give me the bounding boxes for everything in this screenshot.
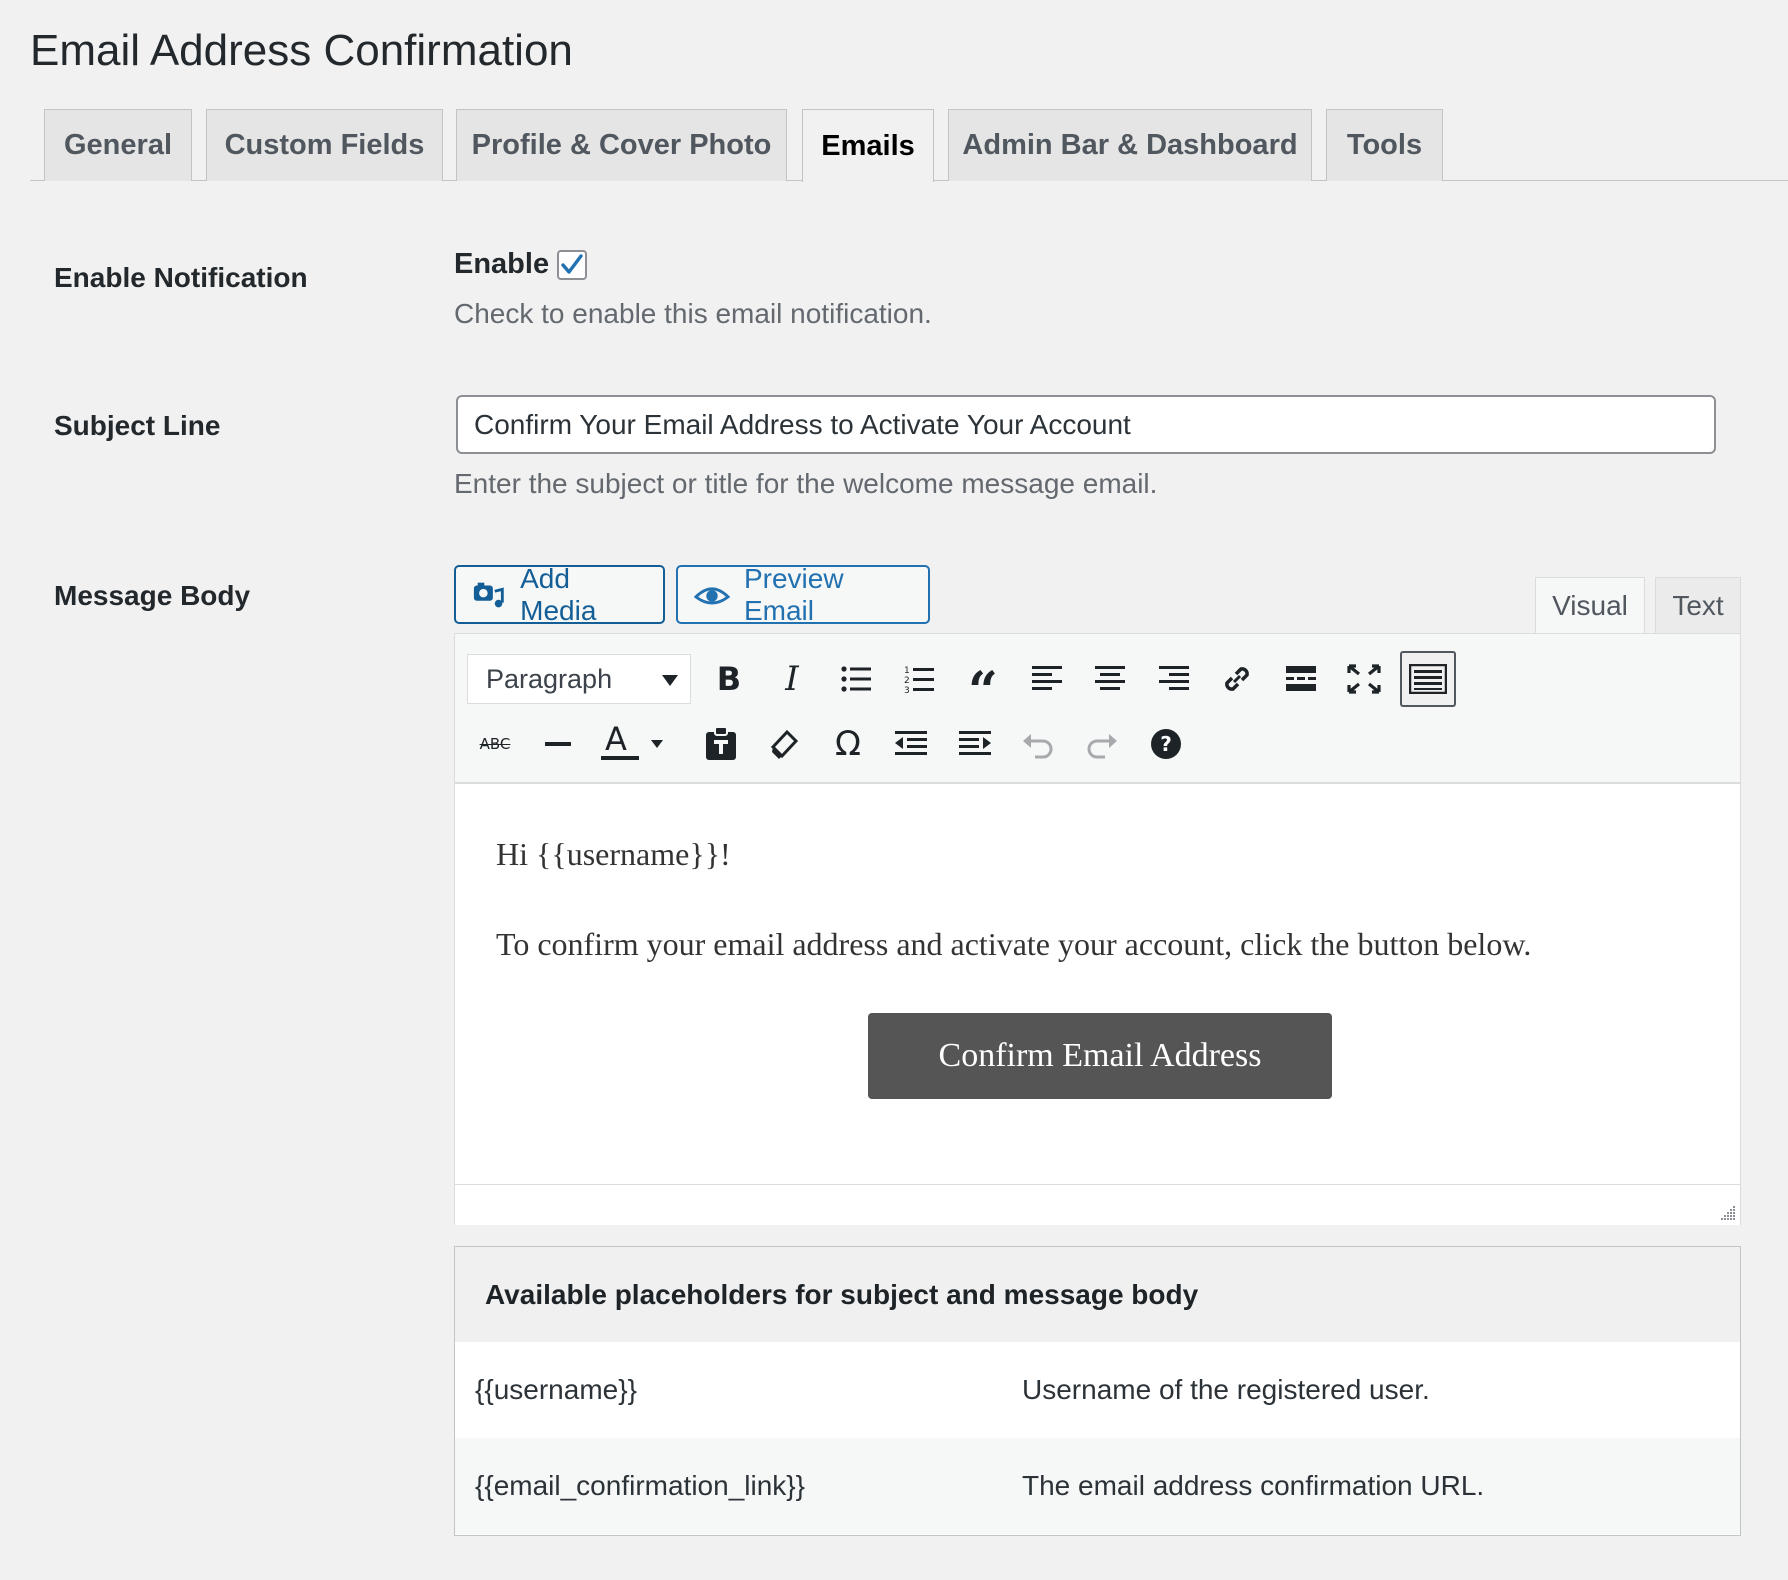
enable-checkbox[interactable] (557, 249, 588, 280)
outdent-icon[interactable] (883, 716, 939, 772)
table-row: {{username}} Username of the registered … (455, 1342, 1740, 1438)
indent-icon[interactable] (947, 716, 1003, 772)
settings-tabs: General Custom Fields Profile & Cover Ph… (30, 109, 1788, 182)
strikethrough-icon[interactable]: ABC (467, 716, 523, 772)
placeholder-token: {{email_confirmation_link}} (475, 1470, 805, 1501)
chevron-down-icon (662, 675, 678, 686)
bulleted-list-icon[interactable] (828, 651, 884, 707)
svg-text:A: A (605, 722, 627, 758)
paste-text-icon[interactable] (693, 716, 749, 772)
svg-text:3: 3 (904, 686, 910, 694)
subject-input[interactable] (456, 395, 1716, 454)
format-select-value: Paragraph (486, 663, 613, 694)
clear-formatting-icon[interactable] (756, 716, 812, 772)
align-center-icon[interactable] (1082, 651, 1138, 707)
enable-notification-label: Enable Notification (54, 262, 308, 293)
undo-icon[interactable] (1010, 716, 1066, 772)
resize-handle-icon[interactable] (1718, 1203, 1736, 1221)
svg-text:2: 2 (904, 676, 910, 686)
text-color-icon[interactable]: A (595, 714, 665, 770)
eye-icon (694, 586, 730, 604)
read-more-icon[interactable] (1273, 651, 1329, 707)
tab-general[interactable]: General (44, 109, 192, 181)
tab-text[interactable]: Text (1655, 577, 1741, 633)
add-media-button[interactable]: Add Media (454, 562, 665, 626)
align-right-icon[interactable] (1146, 651, 1202, 707)
svg-text:1: 1 (904, 666, 910, 676)
editor-statusbar (455, 1184, 1740, 1225)
help-icon[interactable]: ? (1138, 716, 1194, 772)
placeholders-heading: Available placeholders for subject and m… (455, 1247, 1740, 1342)
add-media-label: Add Media (520, 562, 597, 626)
enable-description: Check to enable this email notification. (454, 298, 932, 329)
preview-email-label: Preview Email (743, 562, 844, 626)
special-character-icon[interactable]: Ω (820, 716, 876, 772)
align-left-icon[interactable] (1019, 651, 1075, 707)
blockquote-icon[interactable]: “ (955, 651, 1011, 718)
fullscreen-icon[interactable] (1336, 651, 1392, 707)
svg-text:?: ? (1160, 732, 1172, 756)
checkmark-icon (561, 253, 583, 274)
settings-page: Email Address Confirmation General Custo… (0, 0, 1788, 1580)
media-icon (473, 582, 504, 607)
placeholder-description: Username of the registered user. (1022, 1374, 1430, 1405)
tab-profile-cover-photo[interactable]: Profile & Cover Photo (456, 109, 787, 181)
instruction-text: To confirm your email address and activa… (496, 926, 1532, 962)
italic-icon[interactable]: I (764, 651, 820, 707)
tab-tools[interactable]: Tools (1326, 109, 1443, 181)
page-title: Email Address Confirmation (30, 26, 573, 75)
subject-line-label: Subject Line (54, 410, 221, 441)
format-select[interactable]: Paragraph (467, 654, 691, 704)
placeholder-description: The email address confirmation URL. (1022, 1470, 1485, 1501)
preview-email-button[interactable]: Preview Email (676, 562, 930, 626)
numbered-list-icon[interactable]: 123 (891, 651, 947, 707)
message-body-label: Message Body (54, 580, 251, 611)
link-icon[interactable] (1209, 651, 1265, 707)
tab-visual[interactable]: Visual (1535, 577, 1645, 634)
editor-content[interactable]: Hi {{username}}! To confirm your email a… (455, 786, 1740, 1184)
subject-description: Enter the subject or title for the welco… (454, 468, 1158, 499)
bold-icon[interactable]: B (701, 651, 757, 707)
placeholders-table: Available placeholders for subject and m… (454, 1246, 1741, 1536)
table-row: {{email_confirmation_link}} The email ad… (455, 1438, 1740, 1534)
placeholder-token: {{username}} (475, 1374, 637, 1405)
tab-custom-fields[interactable]: Custom Fields (206, 109, 443, 181)
confirm-email-button[interactable]: Confirm Email Address (868, 1013, 1332, 1099)
tab-emails[interactable]: Emails (802, 109, 934, 182)
enable-checkbox-label: Enable (454, 248, 550, 280)
toolbar-toggle-icon[interactable] (1400, 651, 1456, 707)
editor-toolbar: Paragraph B I 123 “ ABC A Ω ? (455, 634, 1740, 784)
horizontal-line-icon[interactable] (530, 716, 586, 772)
message-editor: Paragraph B I 123 “ ABC A Ω ? Hi {{usern… (454, 633, 1741, 1225)
redo-icon[interactable] (1074, 716, 1130, 772)
greeting-text: Hi {{username}}! (496, 836, 731, 872)
enable-checkbox-wrap[interactable]: Enable (454, 248, 588, 281)
tab-admin-bar-dashboard[interactable]: Admin Bar & Dashboard (948, 109, 1312, 181)
